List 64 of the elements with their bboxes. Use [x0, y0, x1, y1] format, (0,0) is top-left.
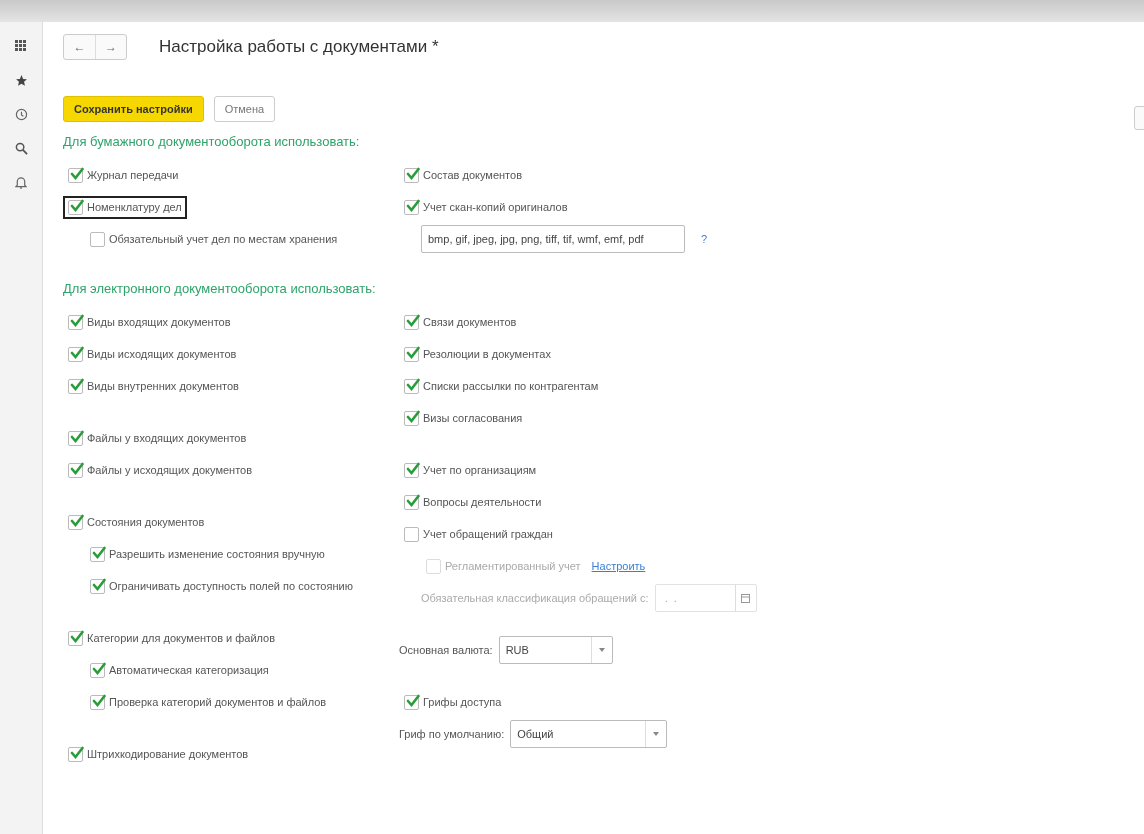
checkmark-icon — [91, 662, 106, 675]
checkmark-icon — [91, 578, 106, 591]
checkbox[interactable]: Виды исходящих документов — [63, 342, 242, 366]
checkbox[interactable]: Состав документов — [399, 163, 527, 187]
window-title: Настройка работы с документами * — [159, 37, 439, 57]
checkbox[interactable]: Ограничивать доступность полей по состоянию — [85, 574, 358, 598]
forward-button[interactable]: → — [95, 35, 126, 59]
help-link[interactable]: ? — [701, 233, 708, 245]
checkmark-icon — [405, 494, 420, 507]
checkmark-icon — [69, 346, 84, 359]
dropdown-field[interactable]: Общий — [510, 720, 668, 748]
checkmark-icon — [91, 546, 106, 559]
field-label: Основная валюта: — [399, 644, 493, 656]
checkbox[interactable]: Категории для документов и файлов — [63, 626, 281, 650]
checkbox[interactable]: Резолюции в документах — [399, 342, 556, 366]
dropdown-icon[interactable] — [653, 732, 660, 736]
checkbox[interactable]: Учет обращений граждан — [399, 522, 558, 546]
checkmark-icon — [69, 630, 84, 643]
checkmark-icon — [69, 314, 84, 327]
checkbox[interactable]: Штрихкодирование документов — [63, 742, 254, 766]
checkbox[interactable]: Файлы у входящих документов — [63, 426, 252, 450]
checkmark-icon — [405, 378, 420, 391]
checkbox[interactable]: Обязательный учет дел по местам хранения — [85, 227, 343, 251]
section-heading: Для бумажного документооборота использовать: — [63, 134, 361, 149]
back-button[interactable]: ← — [64, 35, 95, 59]
dropdown-icon[interactable] — [598, 648, 605, 652]
checkmark-icon — [69, 199, 84, 212]
cancel-button[interactable]: Отмена — [213, 96, 276, 122]
checkbox[interactable]: Виды внутренних документов — [63, 374, 244, 398]
dropdown-field[interactable]: RUB — [498, 636, 613, 664]
checkbox[interactable]: Разрешить изменение состояния вручную — [85, 542, 330, 566]
checkbox[interactable]: Виды входящих документов — [63, 310, 236, 334]
checkbox[interactable]: Визы согласования — [399, 406, 528, 430]
field-label: Гриф по умолчанию: — [399, 728, 505, 740]
checkmark-icon — [91, 694, 106, 707]
checkbox[interactable]: Состояния документов — [63, 510, 210, 534]
checkmark-icon — [69, 167, 84, 180]
checkmark-icon — [405, 462, 420, 475]
extensions-field[interactable]: bmp, gif, jpeg, jpg, png, tiff, tif, wmf, emf, pdf — [421, 225, 685, 253]
checkmark-icon — [405, 694, 420, 707]
checkbox[interactable]: Номенклатуру дел — [63, 195, 187, 219]
checkmark-icon — [405, 314, 420, 327]
checkmark-icon — [405, 199, 420, 212]
checkbox[interactable]: Учет скан-копий оригиналов — [399, 195, 573, 219]
checkmark-icon — [405, 167, 420, 180]
checkbox[interactable]: Вопросы деятельности — [399, 490, 547, 514]
checkbox[interactable]: Грифы доступа — [399, 690, 507, 714]
field-label: Обязательная классификация обращений с: — [421, 592, 649, 604]
checkmark-icon — [69, 378, 84, 391]
section-heading: Для электронного документооборота использовать: — [63, 281, 377, 296]
checkbox[interactable]: Автоматическая категоризация — [85, 658, 274, 682]
checkmark-icon — [405, 410, 420, 423]
checkbox[interactable]: Файлы у исходящих документов — [63, 458, 258, 482]
checkbox[interactable]: Учет по организациям — [399, 458, 542, 482]
checkmark-icon — [405, 346, 420, 359]
checkmark-icon — [69, 746, 84, 759]
checkmark-icon — [69, 514, 84, 527]
save-button[interactable]: Сохранить настройки — [63, 96, 204, 122]
checkbox[interactable]: Проверка категорий документов и файлов — [85, 690, 332, 714]
checkbox[interactable]: Списки рассылки по контрагентам — [399, 374, 604, 398]
checkbox[interactable]: Журнал передачи — [63, 163, 184, 187]
checkmark-icon — [69, 462, 84, 475]
checkmark-icon — [69, 430, 84, 443]
checkbox[interactable]: Связи документов — [399, 310, 522, 334]
